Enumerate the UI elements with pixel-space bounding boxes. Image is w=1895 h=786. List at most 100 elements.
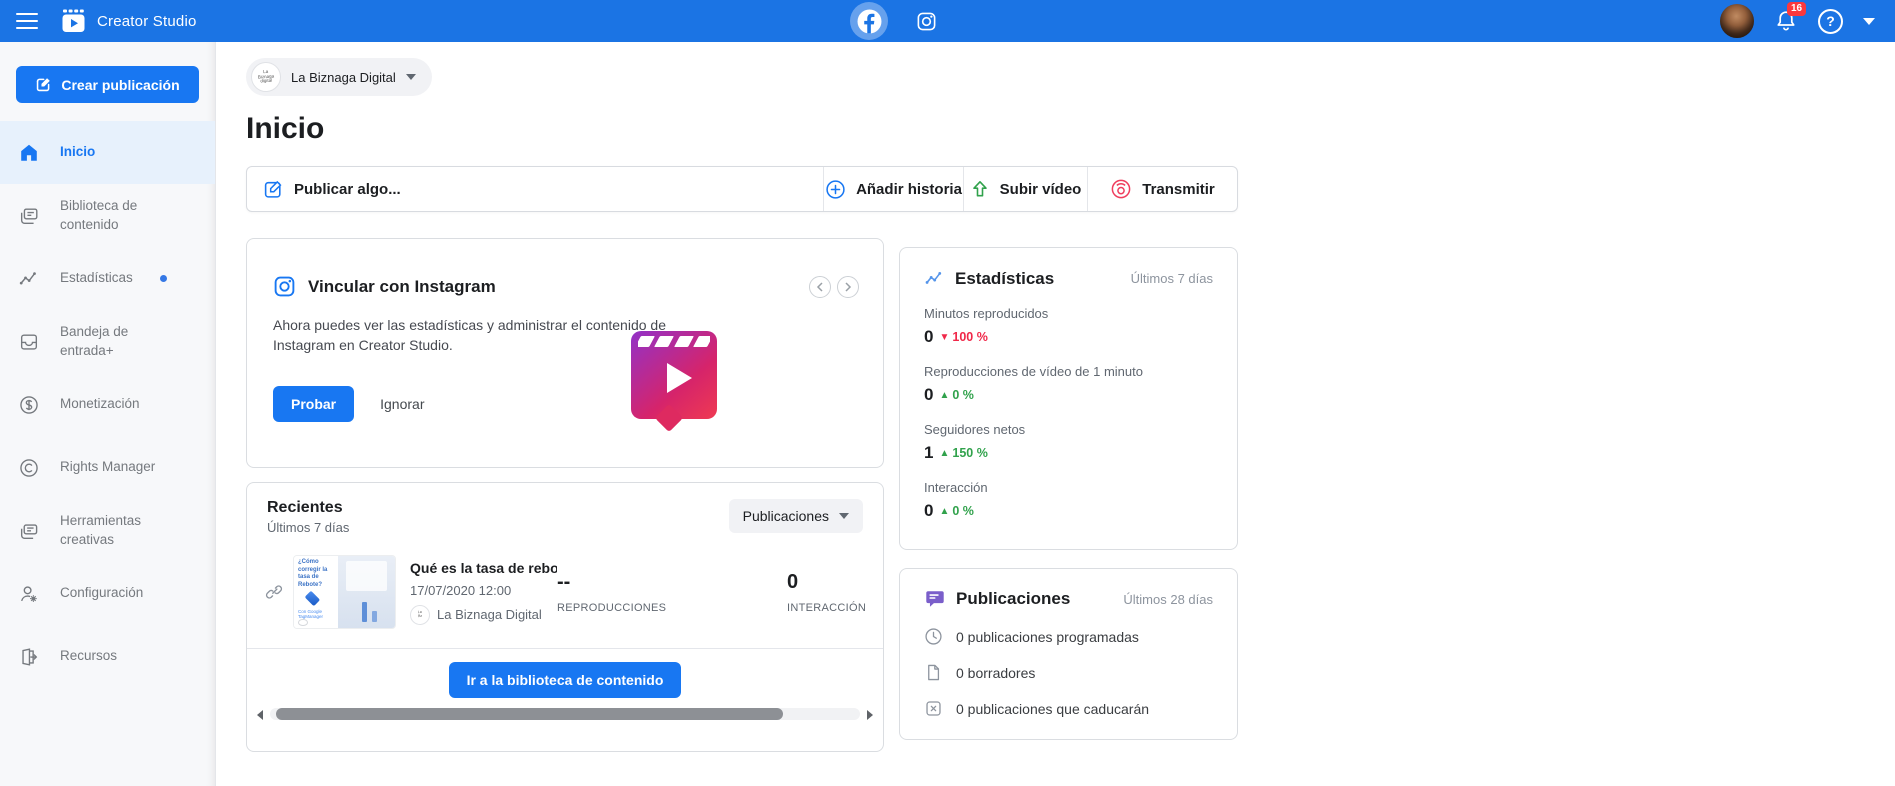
notifications-button[interactable]: 16	[1774, 9, 1798, 33]
add-story-label: Añadir historia	[856, 181, 962, 198]
creator-studio-logo-icon	[60, 9, 87, 33]
page-selector-label: La Biznaga Digital	[291, 70, 396, 85]
creator-studio-logo[interactable]: Creator Studio	[60, 9, 197, 33]
post-something-input[interactable]: Publicar algo...	[247, 167, 823, 211]
page-logo-mini	[298, 619, 308, 626]
sidebar-item-label: Monetización	[60, 395, 140, 413]
post-type-filter-label: Publicaciones	[743, 508, 829, 524]
metric-value: 1	[924, 443, 933, 463]
content-library-icon	[18, 205, 40, 227]
metric-one-minute-views: Reproducciones de vídeo de 1 minuto 0 ▲0…	[924, 364, 1213, 405]
interactions-label: INTERACCIÓN	[787, 602, 883, 614]
scheduled-posts-label: 0 publicaciones programadas	[956, 629, 1139, 645]
chevron-down-icon	[839, 513, 849, 519]
post-title[interactable]: Qué es la tasa de rebote...	[410, 560, 557, 576]
recent-card-title: Recientes	[267, 499, 349, 517]
draft-icon	[924, 663, 943, 682]
sidebar-item-label: Biblioteca de contenido	[60, 197, 178, 233]
sidebar-item-estadisticas[interactable]: Estadísticas	[0, 247, 215, 310]
video-promo-illustration	[631, 331, 717, 419]
sidebar-item-label: Herramientas creativas	[60, 512, 178, 548]
thumbnail-photo	[338, 556, 395, 628]
help-icon[interactable]: ?	[1818, 9, 1843, 34]
carousel-prev-icon[interactable]	[809, 276, 831, 298]
tag-manager-logo	[305, 591, 320, 606]
post-something-placeholder: Publicar algo...	[294, 181, 401, 198]
ignore-button[interactable]: Ignorar	[380, 396, 424, 412]
create-post-button[interactable]: Crear publicación	[16, 66, 199, 103]
metric-delta: 0 %	[952, 504, 974, 518]
sidebar-item-monetizacion[interactable]: Monetización	[0, 373, 215, 436]
carousel-next-icon[interactable]	[837, 276, 859, 298]
add-story-button[interactable]: Añadir historia	[823, 167, 963, 211]
sidebar-item-label: Recursos	[60, 647, 117, 665]
sidebar-item-recursos[interactable]: Recursos	[0, 625, 215, 688]
views-label: REPRODUCCIONES	[557, 602, 787, 614]
go-live-label: Transmitir	[1142, 181, 1215, 198]
scheduled-posts-row[interactable]: 0 publicaciones programadas	[924, 627, 1213, 646]
upload-video-button[interactable]: Subir vídeo	[963, 167, 1087, 211]
sidebar: Crear publicación Inicio Biblioteca de c…	[0, 42, 216, 786]
facebook-tab[interactable]	[850, 2, 888, 40]
scrollbar-thumb[interactable]	[276, 708, 783, 720]
topbar-right: 16 ?	[1720, 4, 1879, 38]
sidebar-item-bandeja[interactable]: Bandeja de entrada+	[0, 310, 215, 373]
sidebar-item-label: Configuración	[60, 584, 143, 602]
link-icon	[265, 583, 283, 601]
sidebar-item-label: Estadísticas	[60, 269, 133, 287]
thumbnail-caption: ¿Cómo corregir la tasa de Rebote?	[298, 559, 336, 589]
thumbnail-subcaption: Con Google TagManager	[298, 609, 336, 619]
insights-card-title: Estadísticas	[955, 269, 1054, 289]
monetization-icon	[18, 394, 40, 416]
user-avatar[interactable]	[1720, 4, 1754, 38]
sidebar-item-biblioteca[interactable]: Biblioteca de contenido	[0, 184, 215, 247]
metric-delta: 150 %	[952, 446, 987, 460]
page-selector[interactable]: LaBiznagadigital La Biznaga Digital	[246, 58, 432, 96]
try-button[interactable]: Probar	[273, 386, 354, 422]
sidebar-item-inicio[interactable]: Inicio	[0, 121, 215, 184]
trend-up-icon: ▲	[939, 390, 949, 401]
clock-icon	[924, 627, 943, 646]
drafts-label: 0 borradores	[956, 665, 1035, 681]
post-datetime: 17/07/2020 12:00	[410, 583, 557, 598]
post-thumbnail: ¿Cómo corregir la tasa de Rebote? Con Go…	[293, 555, 396, 629]
account-menu-caret-icon[interactable]	[1863, 18, 1875, 25]
go-to-content-library-button[interactable]: Ir a la biblioteca de contenido	[449, 662, 682, 698]
post-views-metric: -- REPRODUCCIONES	[557, 571, 787, 614]
instagram-tab[interactable]	[916, 11, 937, 32]
home-icon	[18, 142, 40, 164]
drafts-row[interactable]: 0 borradores	[924, 663, 1213, 682]
sidebar-item-rights-manager[interactable]: Rights Manager	[0, 436, 215, 499]
trend-up-icon: ▲	[939, 448, 949, 459]
go-live-button[interactable]: Transmitir	[1087, 167, 1237, 211]
sidebar-item-herramientas[interactable]: Herramientas creativas	[0, 499, 215, 562]
page-title: Inicio	[246, 112, 1895, 146]
scroll-right-icon[interactable]	[867, 710, 873, 720]
menu-icon[interactable]	[16, 13, 38, 29]
metric-delta: 100 %	[952, 330, 987, 344]
creative-tools-icon	[18, 520, 40, 542]
scroll-left-icon[interactable]	[257, 710, 263, 720]
views-value: --	[557, 571, 787, 594]
main-content: LaBiznagadigital La Biznaga Digital Inic…	[216, 42, 1895, 786]
sidebar-nav: Inicio Biblioteca de contenido Estadísti…	[0, 121, 215, 688]
metric-net-followers: Seguidores netos 1 ▲150 %	[924, 422, 1213, 463]
post-row[interactable]: ¿Cómo corregir la tasa de Rebote? Con Go…	[247, 555, 883, 629]
metric-value: 0	[924, 385, 933, 405]
metric-label: Interacción	[924, 480, 1213, 495]
expiring-posts-row[interactable]: 0 publicaciones que caducarán	[924, 699, 1213, 718]
inbox-icon	[18, 331, 40, 353]
sidebar-item-label: Rights Manager	[60, 458, 155, 476]
instagram-promo-card: Vincular con Instagram Ahora puedes ver …	[246, 238, 884, 468]
sidebar-item-label: Inicio	[60, 143, 95, 161]
facebook-icon	[857, 9, 882, 34]
publications-card: Publicaciones Últimos 28 días 0 publicac…	[899, 568, 1238, 740]
metric-label: Reproducciones de vídeo de 1 minuto	[924, 364, 1213, 379]
insights-icon	[924, 268, 945, 289]
scrollbar-track[interactable]	[270, 708, 860, 720]
settings-icon	[18, 583, 40, 605]
post-type-filter[interactable]: Publicaciones	[729, 499, 863, 533]
chevron-down-icon	[406, 74, 416, 80]
sidebar-item-configuracion[interactable]: Configuración	[0, 562, 215, 625]
publications-card-period: Últimos 28 días	[1123, 592, 1213, 607]
